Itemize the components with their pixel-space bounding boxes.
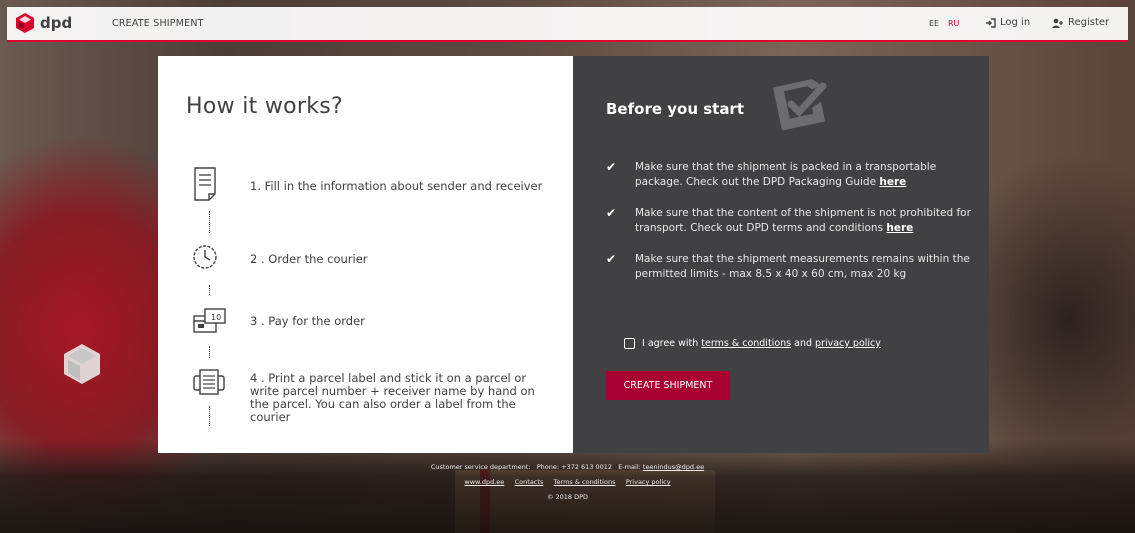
lang-ee[interactable]: EE [929,19,939,28]
register-link[interactable]: Register [1052,17,1109,28]
before-you-start-title: Before you start [606,100,745,118]
check-icon: ✔ [606,160,617,174]
footer-dept: Customer service department: [430,463,531,471]
lang-ru[interactable]: RU [948,19,959,28]
background-shade [0,440,1135,533]
requirement-2-text: Make sure that the content of the shipme… [635,207,971,234]
add-user-icon [1052,18,1063,28]
packaging-guide-link[interactable]: here [879,176,906,188]
step-connector [209,285,211,295]
printer-icon [193,369,225,395]
agree-checkbox[interactable] [624,338,635,349]
document-icon [194,167,216,201]
checkmark-logo-icon [772,79,827,131]
top-navigation-bar: dpd CREATE SHIPMENT EE RU Log in Registe… [7,7,1128,42]
footer-contact-row: Customer service department: Phone: +372… [0,463,1135,471]
step-4-text: 4 . Print a parcel label and stick it on… [250,371,535,424]
terms-conditions-link[interactable]: terms & conditions [701,338,791,349]
how-it-works-panel: How it works? 1. Fill in the information… [158,56,573,453]
footer-link-privacy[interactable]: Privacy policy [626,478,671,486]
requirement-3-text: Make sure that the shipment measurements… [635,253,970,280]
requirement-1-text: Make sure that the shipment is packed in… [635,161,937,188]
footer-links-row: www.dpd.ee Contacts Terms & conditions P… [0,478,1135,486]
dpd-cube-icon [16,13,34,33]
footer-email-label: E-mail: [618,463,641,471]
login-icon [986,17,996,28]
dpd-logo[interactable]: dpd [15,12,72,34]
login-link[interactable]: Log in [985,17,1030,28]
agree-label: I agree with terms & conditions and priv… [642,338,881,349]
logo-text: dpd [40,14,73,32]
footer-phone: Phone: +372 613 0012 [536,463,613,471]
footer-link-website[interactable]: www.dpd.ee [464,478,504,486]
clock-icon [193,245,217,269]
create-shipment-button[interactable]: CREATE SHIPMENT [606,371,730,400]
how-it-works-title: How it works? [186,94,343,119]
agree-row: I agree with terms & conditions and priv… [624,338,881,349]
footer-email-link[interactable]: teenindus@dpd.ee [643,463,704,471]
svg-text:10: 10 [211,313,221,322]
login-label: Log in [1000,17,1031,28]
register-label: Register [1068,17,1110,28]
footer-copyright: © 2018 DPD [546,493,589,501]
step-1-text: 1. Fill in the information about sender … [250,179,543,193]
before-you-start-panel: Before you start ✔ Make sure that the sh… [573,56,989,453]
step-3-text: 3 . Pay for the order [250,314,365,328]
step-connector [209,406,211,426]
check-icon: ✔ [606,252,617,266]
step-connector [209,211,211,233]
step-connector [209,346,211,358]
dpd-cube-icon [64,344,100,384]
privacy-policy-link[interactable]: privacy policy [815,338,881,349]
check-icon: ✔ [606,206,617,220]
payment-card-icon: 10 [193,308,226,333]
terms-link[interactable]: here [886,222,913,234]
step-2-text: 2 . Order the courier [250,252,368,266]
footer-link-terms[interactable]: Terms & conditions [554,478,616,486]
nav-create-shipment[interactable]: CREATE SHIPMENT [112,18,204,29]
footer-link-contacts[interactable]: Contacts [515,478,544,486]
